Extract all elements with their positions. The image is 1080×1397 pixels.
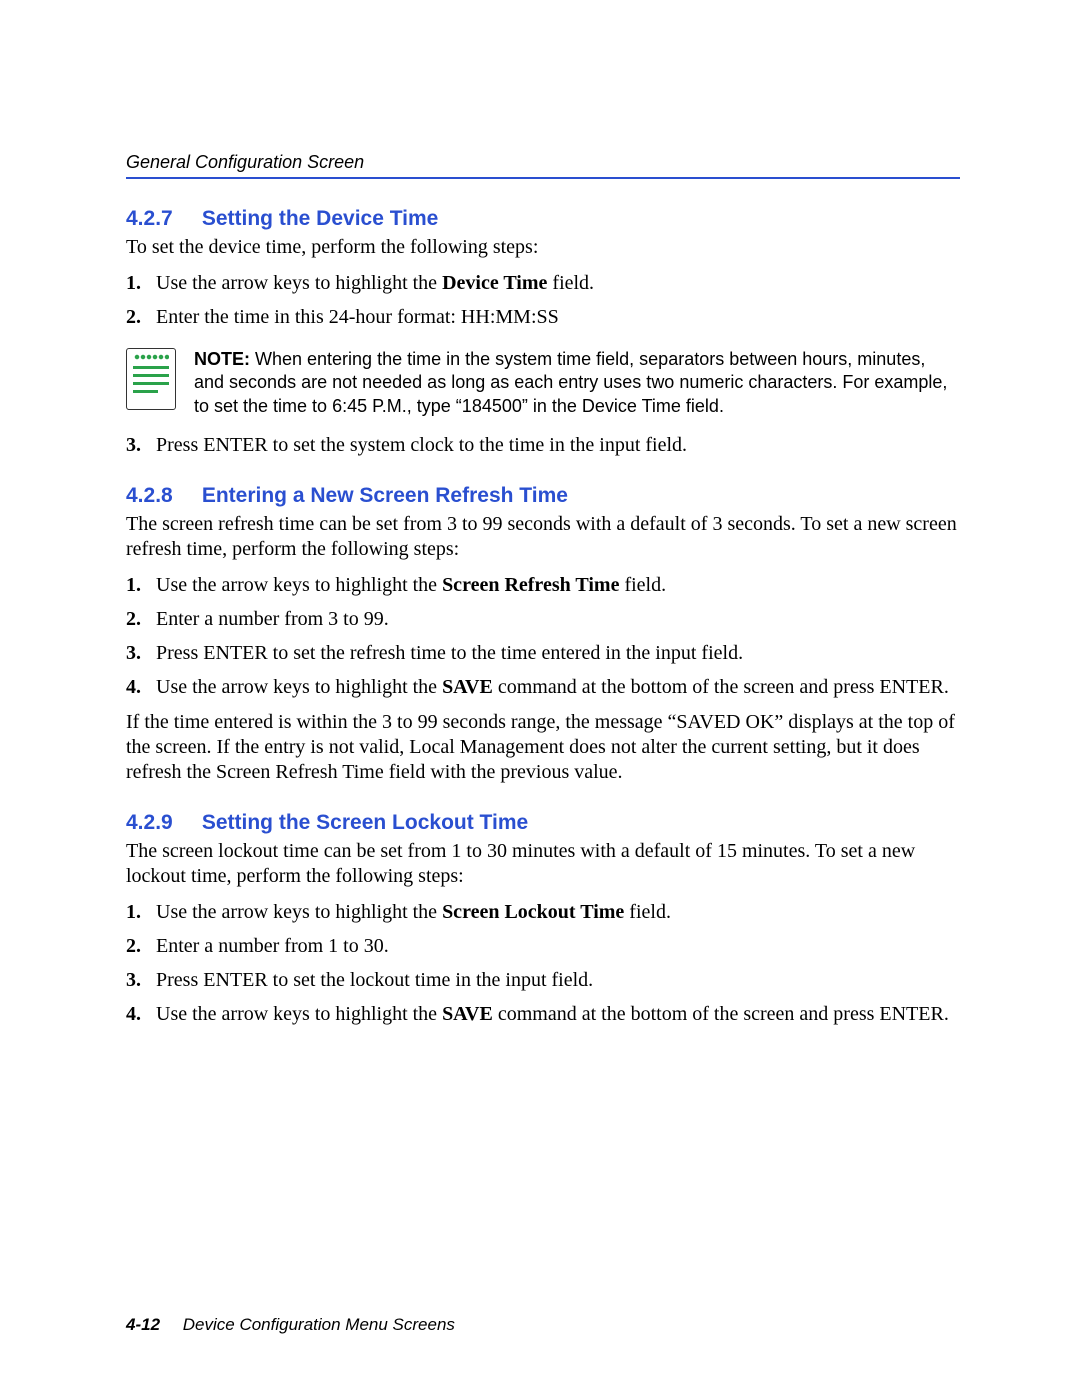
step-text: field.: [624, 901, 671, 923]
heading-4-2-9: 4.2.9 Setting the Screen Lockout Time: [126, 811, 960, 835]
header-rule: [126, 177, 960, 179]
bold-term: Screen Refresh Time: [442, 574, 619, 596]
bold-term: Device Time: [442, 272, 547, 294]
step-text: field.: [619, 574, 666, 596]
bold-term: Screen Lockout Time: [442, 901, 624, 923]
step-text: command at the bottom of the screen and …: [493, 1003, 949, 1025]
step-text: Enter a number from 1 to 30.: [156, 935, 389, 957]
bold-term: SAVE: [442, 676, 493, 698]
list-item: Use the arrow keys to highlight the SAVE…: [126, 1001, 960, 1027]
step-text: Use the arrow keys to highlight the: [156, 574, 442, 596]
running-header: General Configuration Screen: [126, 152, 960, 173]
step-text: Press ENTER to set the refresh time to t…: [156, 642, 743, 664]
heading-number: 4.2.8: [126, 484, 196, 508]
page-number: 4-12: [126, 1315, 160, 1334]
page-footer: 4-12 Device Configuration Menu Screens: [126, 1315, 455, 1335]
bold-term: SAVE: [442, 1003, 493, 1025]
list-item: Use the arrow keys to highlight the Devi…: [126, 270, 960, 296]
note-body: When entering the time in the system tim…: [194, 349, 947, 416]
step-text: Use the arrow keys to highlight the: [156, 1003, 442, 1025]
list-item: Use the arrow keys to highlight the SAVE…: [126, 674, 960, 700]
step-text: Enter the time in this 24-hour format: H…: [156, 306, 559, 328]
heading-number: 4.2.9: [126, 811, 196, 835]
intro-text: The screen refresh time can be set from …: [126, 512, 960, 562]
heading-title: Setting the Device Time: [202, 207, 439, 230]
steps-list-428: Use the arrow keys to highlight the Scre…: [126, 572, 960, 700]
steps-list-427b: Press ENTER to set the system clock to t…: [126, 432, 960, 458]
note-callout: NOTE: When entering the time in the syst…: [126, 348, 960, 418]
list-item: Enter a number from 3 to 99.: [126, 606, 960, 632]
notepad-icon: [126, 348, 176, 410]
step-text: field.: [547, 272, 594, 294]
after-text: If the time entered is within the 3 to 9…: [126, 710, 960, 785]
steps-list-427a: Use the arrow keys to highlight the Devi…: [126, 270, 960, 330]
list-item: Use the arrow keys to highlight the Scre…: [126, 572, 960, 598]
heading-title: Setting the Screen Lockout Time: [202, 811, 528, 834]
list-item: Press ENTER to set the refresh time to t…: [126, 640, 960, 666]
note-label: NOTE:: [194, 349, 250, 369]
intro-text: To set the device time, perform the foll…: [126, 235, 960, 260]
intro-text: The screen lockout time can be set from …: [126, 839, 960, 889]
list-item: Press ENTER to set the system clock to t…: [126, 432, 960, 458]
step-text: Enter a number from 3 to 99.: [156, 608, 389, 630]
heading-4-2-8: 4.2.8 Entering a New Screen Refresh Time: [126, 484, 960, 508]
document-page: General Configuration Screen 4.2.7 Setti…: [0, 0, 1080, 1397]
step-text: command at the bottom of the screen and …: [493, 676, 949, 698]
list-item: Press ENTER to set the lockout time in t…: [126, 967, 960, 993]
list-item: Enter the time in this 24-hour format: H…: [126, 304, 960, 330]
step-text: Use the arrow keys to highlight the: [156, 676, 442, 698]
steps-list-429: Use the arrow keys to highlight the Scre…: [126, 899, 960, 1027]
note-text: NOTE: When entering the time in the syst…: [194, 348, 960, 418]
step-text: Use the arrow keys to highlight the: [156, 272, 442, 294]
heading-4-2-7: 4.2.7 Setting the Device Time: [126, 207, 960, 231]
step-text: Press ENTER to set the system clock to t…: [156, 434, 687, 456]
heading-title: Entering a New Screen Refresh Time: [202, 484, 568, 507]
heading-number: 4.2.7: [126, 207, 196, 231]
list-item: Use the arrow keys to highlight the Scre…: [126, 899, 960, 925]
list-item: Enter a number from 1 to 30.: [126, 933, 960, 959]
chapter-title: Device Configuration Menu Screens: [183, 1315, 455, 1334]
step-text: Press ENTER to set the lockout time in t…: [156, 969, 593, 991]
step-text: Use the arrow keys to highlight the: [156, 901, 442, 923]
